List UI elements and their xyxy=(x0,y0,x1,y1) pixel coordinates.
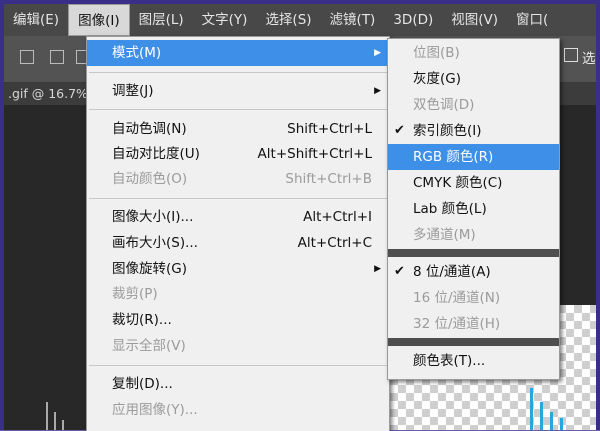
menu-item-label: 调整(J) xyxy=(112,83,154,99)
options-partial-label: 选 xyxy=(582,51,596,67)
document-tab[interactable]: .gif @ 16.7% xyxy=(8,83,88,105)
menu-item-shortcut: Shift+Ctrl+B xyxy=(285,171,372,187)
menu-separator xyxy=(89,72,387,73)
menu-item-label: RGB 颜色(R) xyxy=(413,149,494,165)
menu-item-duplicate[interactable]: 复制(D)... xyxy=(87,371,389,397)
menu-item-label: 索引颜色(I) xyxy=(413,123,482,139)
submenu-item-multichannel: 多通道(M) xyxy=(388,222,559,248)
submenu-arrow-icon: ▶ xyxy=(374,48,381,58)
artwork-stroke xyxy=(560,418,563,430)
menu-image[interactable]: 图像(I) xyxy=(68,4,130,36)
menu-item-shortcut: Alt+Ctrl+C xyxy=(297,235,372,251)
mode-submenu: 位图(B) 灰度(G) 双色调(D) ✔ 索引颜色(I) RGB 颜色(R) C… xyxy=(387,38,560,380)
submenu-item-duotone: 双色调(D) xyxy=(388,92,559,118)
menu-item-label: 32 位/通道(H) xyxy=(413,316,501,332)
submenu-item-8-bit[interactable]: ✔ 8 位/通道(A) xyxy=(388,259,559,285)
submenu-item-16-bit: 16 位/通道(N) xyxy=(388,285,559,311)
menu-item-label: 复制(D)... xyxy=(112,376,173,392)
menu-item-label: 裁剪(P) xyxy=(112,286,158,302)
menu-item-label: 模式(M) xyxy=(112,45,162,61)
menu-type[interactable]: 文字(Y) xyxy=(193,4,257,36)
menu-item-label: 裁切(R)... xyxy=(112,312,172,328)
submenu-item-grayscale[interactable]: 灰度(G) xyxy=(388,66,559,92)
checkbox-icon[interactable] xyxy=(564,48,578,62)
menu-edit[interactable]: 编辑(E) xyxy=(4,4,68,36)
checkmark-icon: ✔ xyxy=(394,264,405,279)
image-menu: 模式(M) ▶ 调整(J) ▶ 自动色调(N) Shift+Ctrl+L 自动对… xyxy=(86,36,390,431)
menu-item-label: 双色调(D) xyxy=(413,97,475,113)
submenu-arrow-icon: ▶ xyxy=(374,264,381,274)
menu-item-image-size[interactable]: 图像大小(I)... Alt+Ctrl+I xyxy=(87,204,389,230)
menu-item-mode[interactable]: 模式(M) ▶ xyxy=(87,40,389,66)
submenu-item-rgb-color[interactable]: RGB 颜色(R) xyxy=(388,144,559,170)
artwork-stroke xyxy=(550,412,553,430)
menu-item-label: 显示全部(V) xyxy=(112,338,186,354)
menu-item-label: 颜色表(T)... xyxy=(413,353,486,369)
menu-filter[interactable]: 滤镜(T) xyxy=(321,4,385,36)
menu-layer[interactable]: 图层(L) xyxy=(130,4,193,36)
menu-separator xyxy=(89,198,387,199)
menubar: 编辑(E) 图像(I) 图层(L) 文字(Y) 选择(S) 滤镜(T) 3D(D… xyxy=(4,4,596,36)
menu-item-image-rotation[interactable]: 图像旋转(G) ▶ xyxy=(87,256,389,282)
menu-item-reveal-all: 显示全部(V) xyxy=(87,333,389,359)
menu-item-label: 应用图像(Y)... xyxy=(112,402,198,418)
menu-item-label: 多通道(M) xyxy=(413,227,476,243)
menu-item-canvas-size[interactable]: 画布大小(S)... Alt+Ctrl+C xyxy=(87,230,389,256)
menu-item-label: 自动颜色(O) xyxy=(112,171,188,187)
menu-item-shortcut: Shift+Ctrl+L xyxy=(287,121,372,137)
submenu-item-cmyk-color[interactable]: CMYK 颜色(C) xyxy=(388,170,559,196)
menu-separator xyxy=(89,365,387,366)
submenu-item-bitmap: 位图(B) xyxy=(388,40,559,66)
checkmark-icon: ✔ xyxy=(394,123,405,138)
menu-item-apply-image: 应用图像(Y)... xyxy=(87,397,389,423)
artwork-stroke xyxy=(530,388,533,430)
artwork-stroke xyxy=(540,402,543,430)
menu-item-label: 自动色调(N) xyxy=(112,121,187,137)
menu-item-label: 16 位/通道(N) xyxy=(413,290,501,306)
menu-item-label: 图像大小(I)... xyxy=(112,209,194,225)
tool-option-icon[interactable] xyxy=(50,50,64,64)
submenu-item-color-table[interactable]: 颜色表(T)... xyxy=(388,348,559,374)
submenu-item-indexed-color[interactable]: ✔ 索引颜色(I) xyxy=(388,118,559,144)
menu-separator xyxy=(89,109,387,110)
menu-item-trim[interactable]: 裁切(R)... xyxy=(87,307,389,333)
menu-window[interactable]: 窗口( xyxy=(507,4,557,36)
menu-3d[interactable]: 3D(D) xyxy=(384,4,442,36)
menu-view[interactable]: 视图(V) xyxy=(442,4,507,36)
menu-item-auto-tone[interactable]: 自动色调(N) Shift+Ctrl+L xyxy=(87,116,389,142)
menu-item-label: 8 位/通道(A) xyxy=(413,264,491,280)
submenu-item-32-bit: 32 位/通道(H) xyxy=(388,311,559,337)
menu-item-auto-contrast[interactable]: 自动对比度(U) Alt+Shift+Ctrl+L xyxy=(87,141,389,167)
menu-separator xyxy=(388,338,559,346)
menu-item-adjustments[interactable]: 调整(J) ▶ xyxy=(87,78,389,104)
menu-item-shortcut: Alt+Ctrl+I xyxy=(303,209,372,225)
menu-item-shortcut: Alt+Shift+Ctrl+L xyxy=(257,146,372,162)
menu-item-label: 自动对比度(U) xyxy=(112,146,200,162)
menu-item-auto-color: 自动颜色(O) Shift+Ctrl+B xyxy=(87,166,389,192)
menu-select[interactable]: 选择(S) xyxy=(256,4,320,36)
menu-item-label: 位图(B) xyxy=(413,45,460,61)
submenu-arrow-icon: ▶ xyxy=(374,86,381,96)
menu-item-label: 图像旋转(G) xyxy=(112,261,187,277)
tool-option-icon[interactable] xyxy=(20,50,34,64)
menu-item-label: Lab 颜色(L) xyxy=(413,201,487,217)
menu-item-crop: 裁剪(P) xyxy=(87,281,389,307)
menu-item-label: 画布大小(S)... xyxy=(112,235,198,251)
canvas-artwork-fragment xyxy=(42,400,72,430)
menu-item-label: CMYK 颜色(C) xyxy=(413,175,503,191)
menu-separator xyxy=(388,249,559,257)
menu-item-label: 灰度(G) xyxy=(413,71,461,87)
submenu-item-lab-color[interactable]: Lab 颜色(L) xyxy=(388,196,559,222)
